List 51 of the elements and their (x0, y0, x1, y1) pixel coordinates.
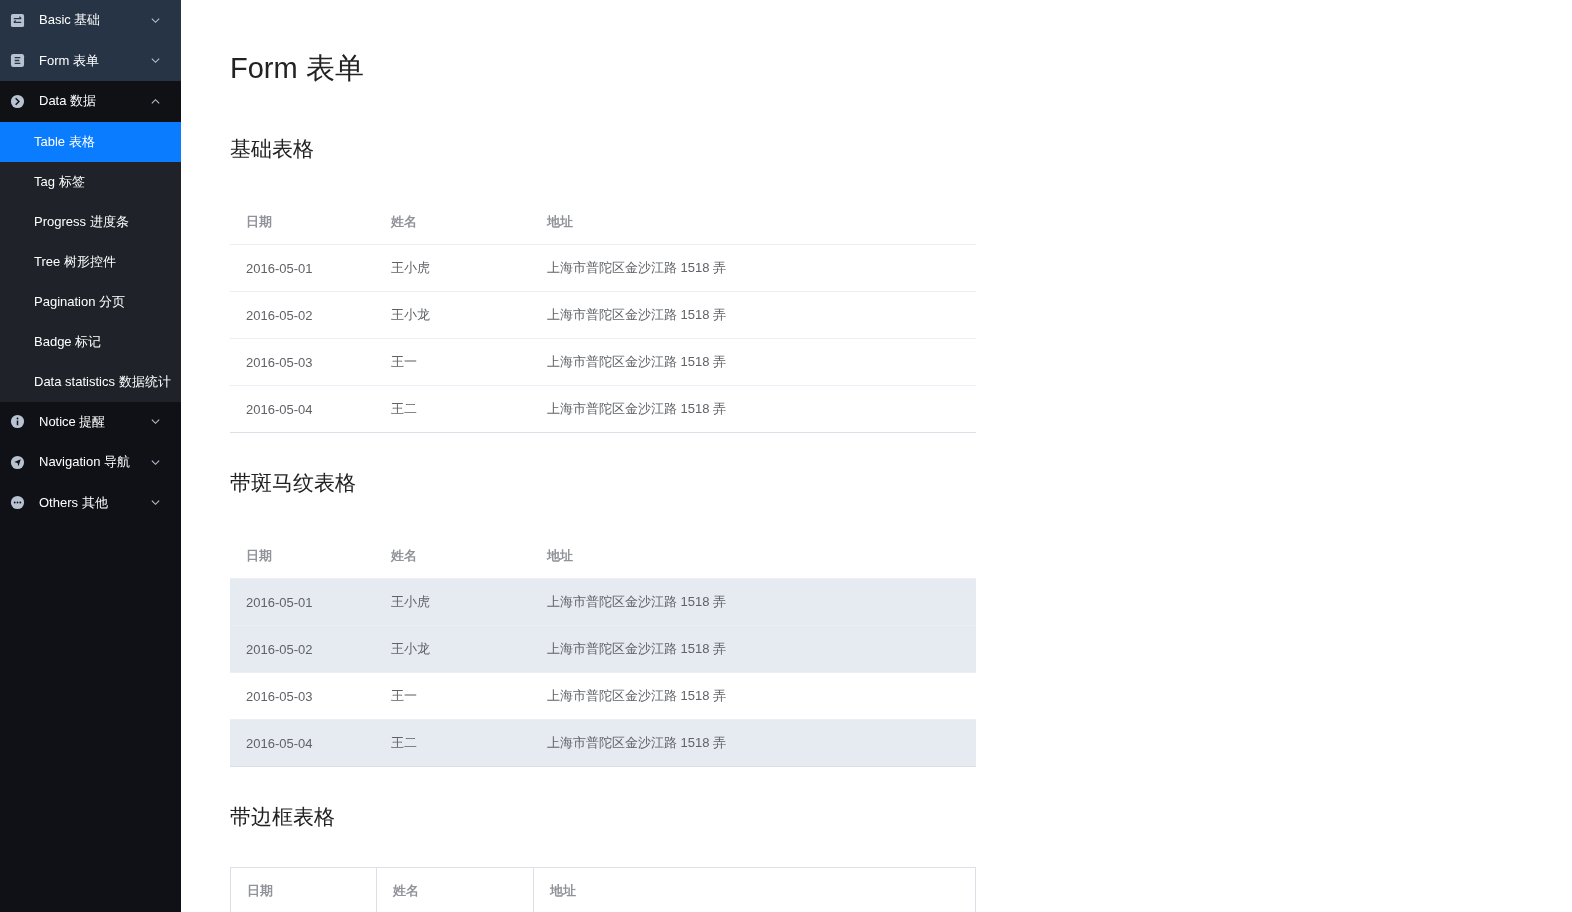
table-cell: 王小龙 (375, 291, 531, 339)
submenu-item[interactable]: Table 表格 (0, 121, 181, 162)
table-cell: 上海市普陀区金沙江路 1518 弄 (531, 338, 976, 386)
swap-icon (10, 12, 25, 28)
table-cell: 王小龙 (375, 625, 531, 673)
table-cell: 上海市普陀区金沙江路 1518 弄 (531, 625, 976, 673)
table-cell: 2016-05-02 (230, 625, 375, 673)
submenu-item[interactable]: Tree 树形控件 (0, 241, 181, 282)
document-icon (10, 53, 25, 69)
info-icon (10, 414, 25, 430)
submenu-item[interactable]: Data statistics 数据统计 (0, 361, 181, 402)
submenu-item[interactable]: Badge 标记 (0, 321, 181, 362)
page-title: Form 表单 (230, 51, 365, 86)
menu-item[interactable]: Basic 基础 (0, 0, 181, 41)
table-cell: 王二 (375, 719, 531, 767)
table-cell: 王一 (375, 672, 531, 720)
table-cell: 2016-05-03 (230, 672, 375, 720)
table-cell: 2016-05-03 (230, 338, 375, 386)
section-heading: 带边框表格 (230, 804, 336, 830)
submenu-item[interactable]: Progress 进度条 (0, 201, 181, 242)
table-cell: 2016-05-04 (230, 385, 375, 433)
table-cell: 上海市普陀区金沙江路 1518 弄 (531, 291, 976, 339)
table-cell: 上海市普陀区金沙江路 1518 弄 (531, 672, 976, 720)
table-cell: 2016-05-01 (230, 244, 375, 292)
submenu-item[interactable]: Pagination 分页 (0, 281, 181, 322)
table-cell: 2016-05-04 (230, 719, 375, 767)
column-header: 日期 (230, 533, 375, 579)
column-header: 地址 (533, 867, 976, 912)
table-cell: 上海市普陀区金沙江路 1518 弄 (531, 385, 976, 433)
table-cell: 2016-05-02 (230, 291, 375, 339)
table-cell: 上海市普陀区金沙江路 1518 弄 (531, 578, 976, 626)
column-header: 日期 (230, 199, 375, 245)
table-cell: 王二 (375, 385, 531, 433)
more-icon (10, 495, 25, 511)
table-cell: 王小虎 (375, 578, 531, 626)
column-header: 姓名 (376, 867, 534, 912)
column-header: 日期 (230, 867, 377, 912)
navigation-icon (10, 454, 25, 470)
column-header: 姓名 (375, 533, 531, 579)
column-header: 地址 (531, 533, 976, 579)
table-cell: 上海市普陀区金沙江路 1518 弄 (531, 719, 976, 767)
table-cell: 王小虎 (375, 244, 531, 292)
column-header: 姓名 (375, 199, 531, 245)
column-header: 地址 (531, 199, 976, 245)
table-cell: 2016-05-01 (230, 578, 375, 626)
section-heading: 基础表格 (230, 136, 315, 162)
menu-item[interactable]: Form 表单 (0, 40, 181, 81)
section-heading: 带斑马纹表格 (230, 470, 357, 496)
table-cell: 王一 (375, 338, 531, 386)
submenu-item[interactable]: Tag 标签 (0, 161, 181, 202)
table-cell: 上海市普陀区金沙江路 1518 弄 (531, 244, 976, 292)
